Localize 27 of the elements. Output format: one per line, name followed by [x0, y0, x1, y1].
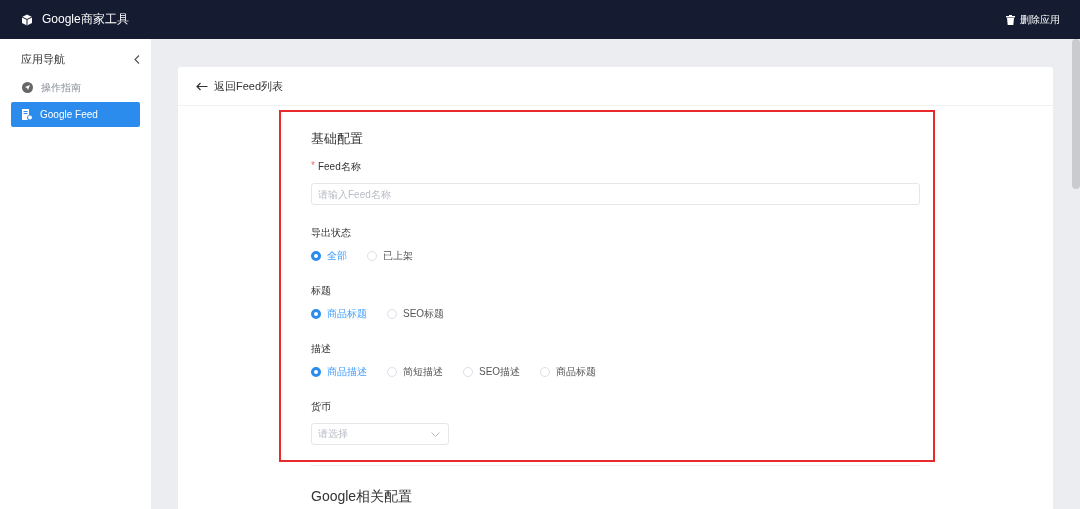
nav-item[interactable]: 操作指南 — [11, 75, 140, 100]
field-label: 导出状态 — [311, 226, 351, 240]
cube-icon — [21, 13, 33, 26]
radio-option[interactable]: 商品标题 — [540, 365, 597, 379]
document-icon — [22, 109, 32, 120]
section-title: 基础配置 — [311, 130, 364, 148]
radio-option[interactable]: 已上架 — [367, 249, 413, 263]
name-input[interactable]: 请输入Feed名称 — [311, 183, 920, 205]
chevron-down-icon — [431, 431, 440, 437]
nav-title: 应用导航 — [21, 51, 65, 67]
navigation-icon — [22, 82, 33, 93]
back-arrow-icon — [196, 81, 208, 91]
required-mark: * — [311, 160, 315, 173]
delete-app-button[interactable]: 删除应用 — [1006, 12, 1060, 27]
field-label: 描述 — [311, 342, 331, 356]
collapse-icon[interactable] — [134, 54, 140, 64]
field-label: 标题 — [311, 284, 331, 298]
field-label: Feed名称 — [317, 160, 361, 174]
radio-option[interactable]: 简短描述 — [387, 365, 443, 379]
back-link[interactable]: 返回Feed列表 — [196, 78, 284, 94]
trash-icon — [1006, 14, 1015, 25]
field-label: 货币 — [311, 400, 331, 414]
radio-option[interactable]: SEO标题 — [387, 307, 445, 321]
scrollbar[interactable] — [1072, 39, 1080, 189]
radio-option[interactable]: SEO描述 — [463, 365, 521, 379]
section-title: Google相关配置 — [311, 488, 414, 506]
app-title: Google商家工具 — [42, 11, 129, 28]
